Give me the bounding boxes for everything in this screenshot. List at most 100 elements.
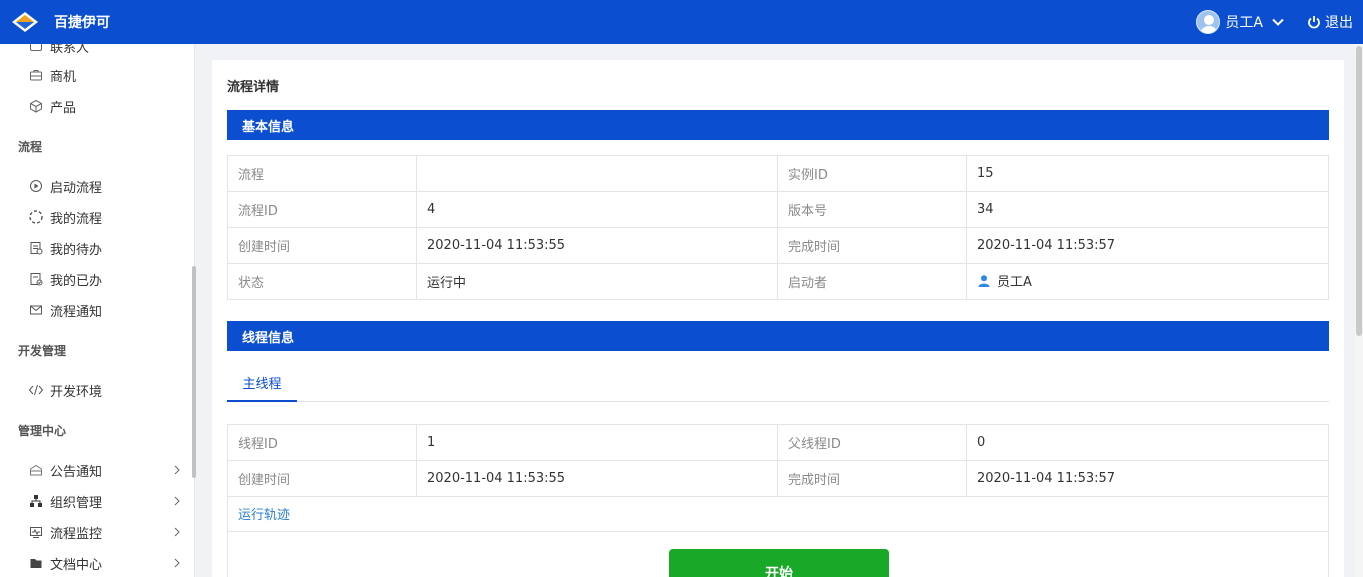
chevron-down-icon <box>1272 18 1284 26</box>
sidebar-item-my-done[interactable]: 我的已办 <box>28 268 188 290</box>
user-name: 员工A <box>1225 15 1263 31</box>
created-time-value: 2020-11-04 11:53:55 <box>416 227 778 264</box>
thread-finished-value: 2020-11-04 11:53:57 <box>966 460 1329 497</box>
instance-id-value: 15 <box>966 155 1329 192</box>
mail-icon <box>28 302 44 318</box>
logo-icon[interactable] <box>10 10 40 34</box>
table-row: 流程 实例ID 15 <box>227 155 1329 192</box>
sidebar-item-label: 开发环境 <box>50 384 103 400</box>
thread-tabs: 主线程 <box>227 364 1329 402</box>
starter-value: 员工A <box>997 275 1032 291</box>
sidebar-item-org[interactable]: 组织管理 <box>28 490 188 512</box>
power-icon <box>1308 16 1320 29</box>
sidebar-item-my-flow[interactable]: 我的流程 <box>28 206 188 228</box>
sidebar-group-admin: 管理中心 <box>18 424 67 438</box>
monitor-icon <box>28 524 44 540</box>
thread-created-value: 2020-11-04 11:53:55 <box>416 460 778 497</box>
flow-diagram: 开始 <box>227 532 1329 577</box>
sidebar-item-label: 商机 <box>50 69 77 85</box>
table-row: 状态 运行中 启动者 员工A <box>227 263 1329 300</box>
user-menu[interactable]: 员工A <box>1196 10 1285 34</box>
sidebar-item-label: 流程监控 <box>50 526 103 542</box>
sidebar-item-label: 联系人 <box>50 44 90 56</box>
main-scrollbar-thumb[interactable] <box>1356 46 1362 336</box>
flow-id-label: 流程ID <box>227 191 417 228</box>
chevron-right-icon <box>174 465 180 475</box>
sidebar-item-opportunity[interactable]: 商机 <box>28 64 188 86</box>
starter-label: 启动者 <box>777 263 967 300</box>
version-value: 34 <box>966 191 1329 228</box>
play-circle-icon <box>28 178 44 194</box>
trace-row: 运行轨迹 <box>227 496 1329 532</box>
sidebar-item-label: 启动流程 <box>50 180 103 196</box>
table-row: 流程ID 4 版本号 34 <box>227 191 1329 228</box>
starter-user[interactable]: 员工A <box>977 271 1032 290</box>
sidebar-item-label: 我的待办 <box>50 242 103 258</box>
person-icon <box>978 274 990 287</box>
created-time-label: 创建时间 <box>227 227 417 264</box>
announcement-icon <box>28 462 44 478</box>
folder-icon <box>28 555 44 571</box>
tab-main-thread[interactable]: 主线程 <box>227 364 297 402</box>
loading-circle-icon <box>28 209 44 225</box>
page-title: 流程详情 <box>227 80 280 95</box>
org-chart-icon <box>28 493 44 509</box>
sidebar-item-label: 组织管理 <box>50 495 103 511</box>
thread-finished-label: 完成时间 <box>777 460 967 497</box>
done-doc-icon <box>28 271 44 287</box>
chevron-right-icon <box>174 558 180 568</box>
sidebar-item-contacts[interactable]: 联系人 <box>28 44 188 57</box>
status-value: 运行中 <box>416 263 778 300</box>
instance-id-label: 实例ID <box>777 155 967 192</box>
sidebar-item-label: 我的流程 <box>50 211 103 227</box>
table-row: 创建时间 2020-11-04 11:53:55 完成时间 2020-11-04… <box>227 460 1329 497</box>
sidebar-item-my-todo[interactable]: 我的待办 <box>28 237 188 259</box>
sidebar-item-docs[interactable]: 文档中心 <box>28 552 188 574</box>
app-title: 百捷伊可 <box>54 15 110 31</box>
thread-created-label: 创建时间 <box>227 460 417 497</box>
sidebar-item-flow-notice[interactable]: 流程通知 <box>28 299 188 321</box>
top-bar: 百捷伊可 员工A 退出 <box>0 0 1363 44</box>
parent-thread-id-value: 0 <box>966 424 1329 461</box>
table-row: 线程ID 1 父线程ID 0 <box>227 424 1329 461</box>
parent-thread-id-label: 父线程ID <box>777 424 967 461</box>
detail-card: 流程详情 基本信息 流程 实例ID 15 流程ID 4 版本号 34 创建时间 … <box>212 60 1344 577</box>
sidebar-item-label: 我的已办 <box>50 273 103 289</box>
sidebar-item-label: 产品 <box>50 100 77 116</box>
version-label: 版本号 <box>777 191 967 228</box>
logout-button[interactable]: 退出 <box>1307 12 1353 32</box>
sidebar-group-flow: 流程 <box>18 140 43 154</box>
contact-icon <box>28 44 44 54</box>
sidebar-item-start-flow[interactable]: 启动流程 <box>28 175 188 197</box>
sidebar-item-label: 公告通知 <box>50 464 103 480</box>
sidebar-item-announcement[interactable]: 公告通知 <box>28 459 188 481</box>
start-node[interactable]: 开始 <box>669 549 889 577</box>
thread-info-header: 线程信息 <box>227 321 1329 351</box>
finished-time-label: 完成时间 <box>777 227 967 264</box>
sidebar-item-monitor[interactable]: 流程监控 <box>28 521 188 543</box>
chevron-right-icon <box>174 496 180 506</box>
code-icon <box>28 382 44 398</box>
logout-label: 退出 <box>1325 15 1353 31</box>
chevron-right-icon <box>174 527 180 537</box>
flow-id-value: 4 <box>416 191 778 228</box>
briefcase-icon <box>28 67 44 83</box>
starter-cell: 员工A <box>966 263 1329 300</box>
status-label: 状态 <box>227 263 417 300</box>
run-trace-link[interactable]: 运行轨迹 <box>238 504 290 523</box>
sidebar-item-label: 流程通知 <box>50 304 103 320</box>
sidebar-scrollbar[interactable] <box>192 266 196 478</box>
thread-id-label: 线程ID <box>227 424 417 461</box>
cube-icon <box>28 98 44 114</box>
sidebar-item-label: 文档中心 <box>50 557 103 573</box>
todo-doc-icon <box>28 240 44 256</box>
sidebar-item-dev-env[interactable]: 开发环境 <box>28 379 188 401</box>
thread-id-value: 1 <box>416 424 778 461</box>
avatar <box>1196 10 1221 34</box>
table-row: 创建时间 2020-11-04 11:53:55 完成时间 2020-11-04… <box>227 227 1329 264</box>
sidebar: 联系人 商机 产品 流程 启动流程 我的流程 我的待办 我的已办 流程通知 开发… <box>0 44 195 577</box>
basic-info-header: 基本信息 <box>227 110 1329 140</box>
sidebar-group-dev: 开发管理 <box>18 344 67 358</box>
flow-value <box>416 155 778 192</box>
sidebar-item-product[interactable]: 产品 <box>28 95 188 117</box>
